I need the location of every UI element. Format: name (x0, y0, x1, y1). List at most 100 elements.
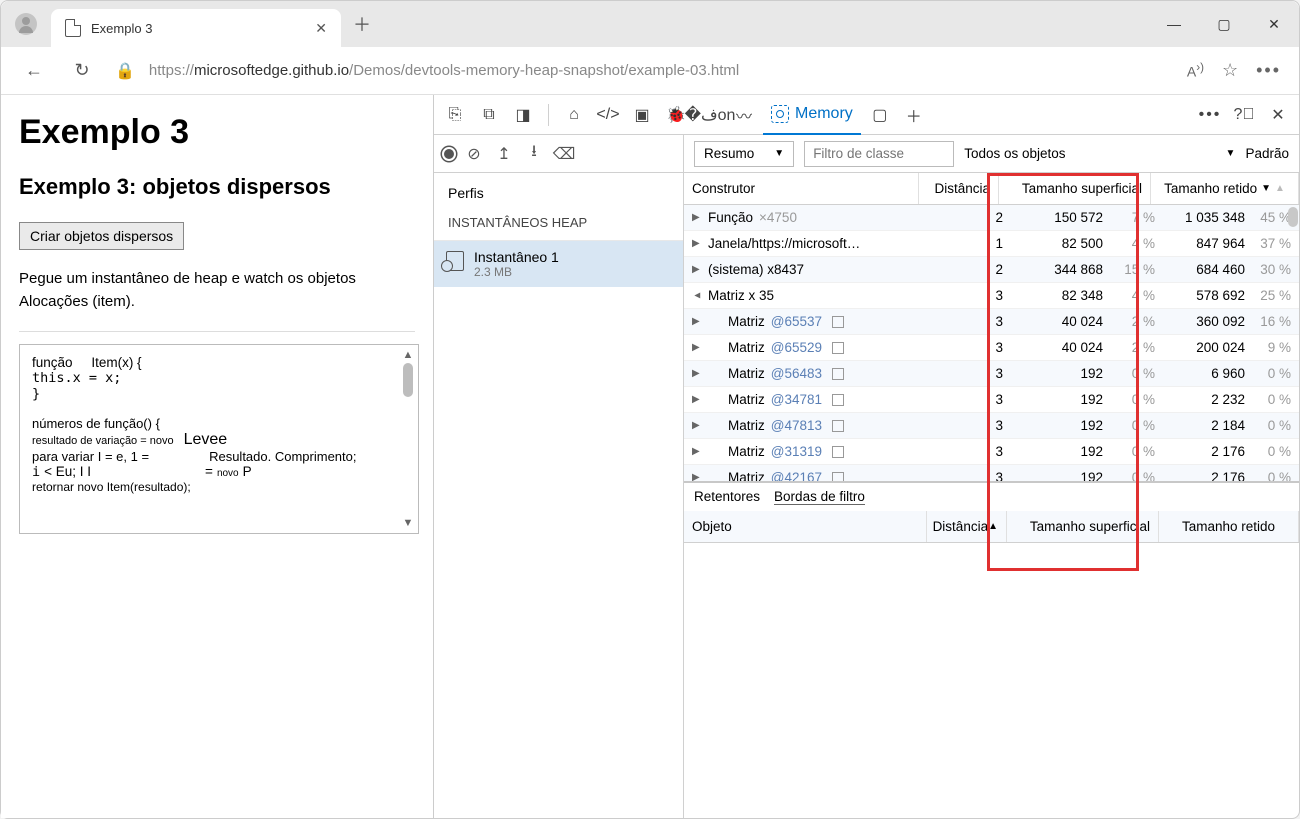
inspect-icon[interactable]: ⎘ (440, 100, 470, 130)
table-row[interactable]: ▶Matriz @4781331920 %2 1840 % (684, 413, 1299, 439)
menu-icon[interactable]: ••• (1256, 60, 1281, 81)
memory-tab[interactable]: Memory (763, 95, 861, 135)
close-devtools-icon[interactable]: ✕ (1263, 100, 1293, 130)
col-shallow2[interactable]: Tamanho superficial (1007, 511, 1159, 542)
all-objects-select[interactable]: Todos os objetos▼ (964, 146, 1235, 161)
minimize-button[interactable]: — (1149, 1, 1199, 47)
network-icon[interactable]: �فon (695, 100, 725, 130)
console-icon[interactable]: ▣ (627, 100, 657, 130)
retainers-label[interactable]: Retentores (694, 489, 760, 504)
performance-icon[interactable]: 〰 (729, 100, 759, 130)
application-icon[interactable]: ▢ (865, 100, 895, 130)
table-row[interactable]: ▶Matriz @3478131920 %2 2320 % (684, 387, 1299, 413)
profile-icon (15, 13, 37, 35)
page-content: Exemplo 3 Exemplo 3: objetos dispersos C… (1, 95, 433, 818)
upload-icon[interactable]: ↥ (492, 144, 516, 164)
profile-button[interactable] (1, 13, 51, 35)
checkbox-icon[interactable] (832, 316, 844, 328)
checkbox-icon[interactable] (832, 342, 844, 354)
expand-icon[interactable]: ▶ (692, 394, 702, 405)
col-shallow[interactable]: Tamanho superficial (999, 173, 1151, 204)
snapshot-icon (446, 251, 464, 271)
page-h2: Exemplo 3: objetos dispersos (19, 174, 415, 200)
checkbox-icon[interactable] (832, 420, 844, 432)
code-box: função Item(x) { this.x = x; } números d… (19, 344, 419, 534)
grid-header: Construtor Distância Tamanho superficial… (684, 173, 1299, 205)
help-icon[interactable]: ?⃝ (1229, 100, 1259, 130)
devtools-menu-icon[interactable]: ••• (1195, 100, 1225, 130)
titlebar: Exemplo 3 ✕ ＋ — ▢ ✕ (1, 1, 1299, 47)
browser-tab[interactable]: Exemplo 3 ✕ (51, 9, 341, 47)
summary-select[interactable]: Resumo▼ (694, 141, 794, 167)
download-icon[interactable]: ⭳ (522, 140, 546, 167)
table-row[interactable]: ▶Matriz @65537340 0242 %360 09216 % (684, 309, 1299, 335)
col-constructor[interactable]: Construtor (684, 173, 919, 204)
url-protocol: https:// (149, 62, 194, 79)
col-distance2[interactable]: Distância ▲ (927, 511, 1007, 542)
code-scrollbar[interactable]: ▲▼ (400, 349, 416, 529)
col-distance[interactable]: Distância (919, 173, 999, 204)
add-tab-icon[interactable]: ＋ (899, 100, 929, 130)
table-row[interactable]: ▶Matriz @65529340 0242 %200 0249 % (684, 335, 1299, 361)
expand-icon[interactable]: ▶ (692, 420, 702, 431)
checkbox-icon[interactable] (832, 394, 844, 406)
col-retained2[interactable]: Tamanho retido (1159, 511, 1299, 542)
snapshot-item[interactable]: Instantâneo 1 2.3 MB (434, 241, 683, 287)
devtools-panel: ⎘ ⧉ ◨ ⌂ </> ▣ 🐞 �فon 〰 Memory ▢ ＋ ••• ?⃝ (433, 95, 1299, 818)
refresh-button[interactable]: ↻ (67, 60, 97, 81)
table-row[interactable]: ▼Matriz x 35382 3484 %578 69225 % (684, 283, 1299, 309)
table-row[interactable]: ▶Função ×47502150 5727 %1 035 34845 % (684, 205, 1299, 231)
grid-body: ▶Função ×47502150 5727 %1 035 34845 %▶Ja… (684, 205, 1299, 481)
snapshot-name: Instantâneo 1 (474, 249, 559, 265)
elements-icon[interactable]: </> (593, 100, 623, 130)
col-retained[interactable]: Tamanho retido▼▲ (1151, 173, 1299, 204)
address-bar: ← ↻ 🔒 https://microsoftedge.github.io/De… (1, 47, 1299, 95)
clear-icon[interactable]: ⊘ (462, 144, 486, 164)
close-window-button[interactable]: ✕ (1249, 1, 1299, 47)
close-tab-icon[interactable]: ✕ (315, 20, 327, 37)
url-field[interactable]: 🔒 https://microsoftedge.github.io/Demos/… (115, 61, 1169, 81)
expand-icon[interactable]: ▶ (692, 368, 702, 379)
expand-icon[interactable]: ▶ (692, 238, 702, 249)
new-tab-button[interactable]: ＋ (353, 11, 371, 37)
col-object[interactable]: Objeto (684, 511, 927, 542)
grid-scrollbar[interactable] (1288, 207, 1298, 227)
url-path: /Demos/devtools-memory-heap-snapshot/exa… (349, 62, 739, 79)
divider (19, 331, 415, 332)
standard-label[interactable]: Padrão (1245, 146, 1289, 161)
record-icon[interactable] (442, 147, 456, 161)
delete-icon[interactable]: ⌫ (552, 144, 576, 164)
table-row[interactable]: ▶Matriz @3131931920 %2 1760 % (684, 439, 1299, 465)
checkbox-icon[interactable] (832, 368, 844, 380)
dock-icon[interactable]: ◨ (508, 100, 538, 130)
checkbox-icon[interactable] (832, 472, 844, 481)
expand-icon[interactable]: ▼ (692, 291, 703, 301)
create-objects-button[interactable]: Criar objetos dispersos (19, 222, 184, 250)
filter-edges-label[interactable]: Bordas de filtro (774, 489, 865, 505)
checkbox-icon[interactable] (832, 446, 844, 458)
expand-icon[interactable]: ▶ (692, 264, 702, 275)
table-row[interactable]: ▶Matriz @5648331920 %6 9600 % (684, 361, 1299, 387)
table-row[interactable]: ▶(sistema) x84372344 86815 %684 46030 % (684, 257, 1299, 283)
table-row[interactable]: ▶Janela/https://microsoft…182 5004 %847 … (684, 231, 1299, 257)
back-button[interactable]: ← (19, 60, 49, 81)
welcome-icon[interactable]: ⌂ (559, 100, 589, 130)
expand-icon[interactable]: ▶ (692, 316, 702, 327)
expand-icon[interactable]: ▶ (692, 472, 702, 481)
page-h1: Exemplo 3 (19, 113, 415, 152)
chip-icon (771, 105, 789, 123)
url-host: microsoftedge.github.io (194, 62, 349, 79)
expand-icon[interactable]: ▶ (692, 446, 702, 457)
expand-icon[interactable]: ▶ (692, 212, 702, 223)
heap-snapshots-label: INSTANTÂNEOS HEAP (434, 209, 683, 241)
lock-icon: 🔒 (115, 61, 135, 81)
favorite-icon[interactable]: ☆ (1222, 60, 1238, 81)
read-aloud-icon[interactable]: A›) (1187, 61, 1204, 80)
table-row[interactable]: ▶Matriz @4216731920 %2 1760 % (684, 465, 1299, 481)
class-filter-input[interactable] (804, 141, 954, 167)
snapshot-size: 2.3 MB (474, 265, 559, 279)
expand-icon[interactable]: ▶ (692, 342, 702, 353)
device-icon[interactable]: ⧉ (474, 100, 504, 130)
maximize-button[interactable]: ▢ (1199, 1, 1249, 47)
page-paragraph: Pegue um instantâneo de heap e watch os … (19, 268, 415, 313)
